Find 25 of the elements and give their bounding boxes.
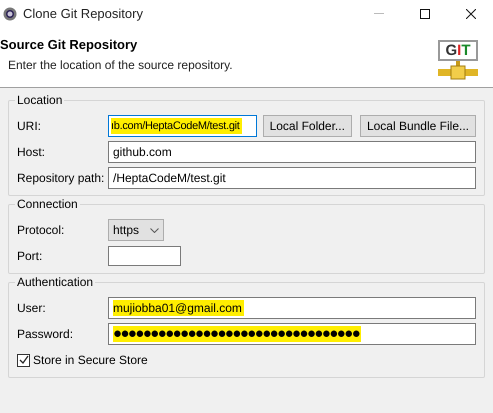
field-label: Host: — [17, 144, 46, 160]
field-label: Password: — [17, 326, 74, 342]
page-title: Source Git Repository — [0, 37, 138, 53]
text-field[interactable]: ●●●●●●●●●●●●●●●●●●●●●●●●●●●●●●●●● — [108, 323, 476, 345]
text-field[interactable]: /HeptaCodeM/test.git — [108, 167, 476, 189]
field-label: Port: — [17, 248, 44, 264]
text-field[interactable]: ıb.com/HeptaCodeM/test.git — [108, 115, 257, 137]
field-label: Repository path: — [17, 170, 106, 186]
app-icon — [3, 7, 17, 21]
field-label: User: — [17, 300, 47, 316]
chevron-down-icon — [150, 228, 159, 232]
field-label: Protocol: — [17, 222, 66, 238]
maximize-icon[interactable] — [420, 9, 430, 19]
text-field[interactable]: github.com — [108, 141, 476, 163]
browse-button[interactable]: Local Folder... — [262, 115, 352, 137]
checkmark-icon — [18, 355, 28, 365]
secure-store-checkbox[interactable]: Store in Secure Store — [17, 352, 148, 368]
port-field[interactable] — [108, 246, 181, 266]
text-field[interactable]: mujiobba01@gmail.com — [108, 297, 476, 319]
browse-button[interactable]: Local Bundle File... — [360, 115, 476, 137]
protocol-dropdown[interactable]: https — [108, 219, 164, 241]
window-title: Clone Git Repository — [23, 5, 143, 24]
field-label: URI: — [17, 118, 42, 134]
page-description: Enter the location of the source repository. — [8, 58, 233, 73]
close-icon[interactable] — [466, 9, 476, 19]
